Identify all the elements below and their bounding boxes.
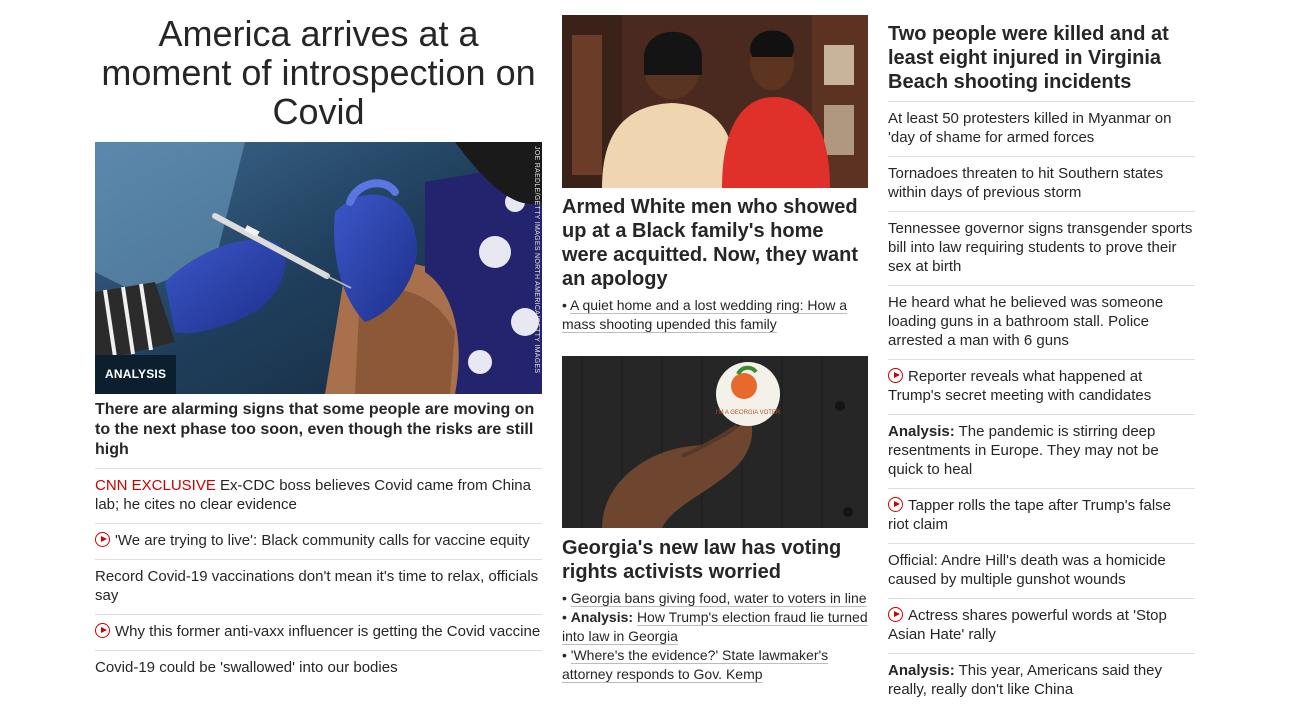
story-sublinks: • A quiet home and a lost wedding ring: … — [562, 296, 868, 334]
hero-caption-link[interactable]: There are alarming signs that some peopl… — [95, 400, 542, 460]
list-item[interactable]: Record Covid-19 vaccinations don't mean … — [95, 559, 542, 614]
headline-list: At least 50 protesters killed in Myanmar… — [888, 101, 1195, 708]
family-photo[interactable] — [562, 15, 868, 188]
sublink-text: 'Where's the evidence?' State lawmaker's… — [562, 647, 829, 682]
story-headline[interactable]: Armed White men who showed up at a Black… — [562, 195, 868, 291]
list-item-text: Record Covid-19 vaccinations don't mean … — [95, 568, 539, 604]
sticker-text: I'M A GEORGIA VOTER — [716, 410, 781, 416]
story-headline[interactable]: Georgia's new law has voting rights acti… — [562, 536, 868, 584]
list-item-text: Actress shares powerful words at 'Stop A… — [888, 607, 1167, 643]
list-item-text: Tornadoes threaten to hit Southern state… — [888, 165, 1164, 201]
sublink-item[interactable]: • A quiet home and a lost wedding ring: … — [562, 296, 868, 334]
list-item[interactable]: Why this former anti-vaxx influencer is … — [95, 614, 542, 650]
analysis-label: Analysis: — [888, 662, 955, 679]
play-video-icon — [95, 532, 110, 547]
list-item[interactable]: Tornadoes threaten to hit Southern state… — [888, 156, 1195, 211]
sublink-item[interactable]: • Analysis: How Trump's election fraud l… — [562, 608, 868, 646]
story-headline[interactable]: Two people were killed and at least eigh… — [888, 22, 1195, 94]
analysis-badge: ANALYSIS — [95, 355, 177, 394]
list-item[interactable]: Reporter reveals what happened at Trump'… — [888, 359, 1195, 414]
list-item[interactable]: 'We are trying to live': Black community… — [95, 523, 542, 559]
list-item[interactable]: Tapper rolls the tape after Trump's fals… — [888, 488, 1195, 543]
list-item[interactable]: Tennessee governor signs transgender spo… — [888, 211, 1195, 285]
list-item-text: Tennessee governor signs transgender spo… — [888, 220, 1193, 275]
sublink-item[interactable]: • Georgia bans giving food, water to vot… — [562, 589, 868, 608]
list-item-text: Reporter reveals what happened at Trump'… — [888, 368, 1152, 404]
list-item[interactable]: At least 50 protesters killed in Myanmar… — [888, 101, 1195, 156]
list-item-text: Covid-19 could be 'swallowed' into our b… — [95, 659, 398, 676]
voter-sticker-photo[interactable]: I'M A GEORGIA VOTER — [562, 356, 868, 528]
exclusive-label: CNN EXCLUSIVE — [95, 477, 216, 494]
list-item[interactable]: CNN EXCLUSIVE Ex-CDC boss believes Covid… — [95, 468, 542, 523]
photo-credit: JOE RAEDLE/GETTY IMAGES NORTH AMERICA/GE… — [533, 146, 540, 374]
play-video-icon — [888, 497, 903, 512]
list-item-text: At least 50 protesters killed in Myanmar… — [888, 110, 1172, 146]
analysis-label: Analysis: — [888, 423, 955, 440]
sublink-item[interactable]: • 'Where's the evidence?' State lawmaker… — [562, 646, 868, 684]
list-item[interactable]: He heard what he believed was someone lo… — [888, 285, 1195, 359]
list-item-text: He heard what he believed was someone lo… — [888, 294, 1164, 349]
hero-image-vaccination[interactable]: JOE RAEDLE/GETTY IMAGES NORTH AMERICA/GE… — [95, 142, 542, 394]
play-video-icon — [95, 623, 110, 638]
voter-sticker-graphic: I'M A GEORGIA VOTER — [562, 356, 868, 528]
play-video-icon — [888, 368, 903, 383]
list-item[interactable]: Official: Andre Hill's death was a homic… — [888, 543, 1195, 598]
story-sublinks: • Georgia bans giving food, water to vot… — [562, 589, 868, 684]
related-stories-list: CNN EXCLUSIVE Ex-CDC boss believes Covid… — [95, 468, 542, 686]
page-headline[interactable]: America arrives at a moment of introspec… — [95, 14, 542, 131]
sublink-text: A quiet home and a lost wedding ring: Ho… — [562, 297, 848, 332]
list-item[interactable]: Covid-19 could be 'swallowed' into our b… — [95, 650, 542, 686]
family-photo-graphic — [562, 15, 868, 188]
analysis-label: Analysis: — [570, 609, 634, 625]
list-item[interactable]: Actress shares powerful words at 'Stop A… — [888, 598, 1195, 653]
list-item-text: 'We are trying to live': Black community… — [115, 532, 530, 549]
list-item-text: Official: Andre Hill's death was a homic… — [888, 552, 1166, 588]
play-video-icon — [888, 607, 903, 622]
list-item-text: Why this former anti-vaxx influencer is … — [115, 623, 541, 640]
list-item[interactable]: Analysis: This year, Americans said they… — [888, 653, 1195, 708]
list-item[interactable]: Analysis: The pandemic is stirring deep … — [888, 414, 1195, 488]
sublink-text: Georgia bans giving food, water to voter… — [570, 590, 867, 606]
list-item-text: Tapper rolls the tape after Trump's fals… — [888, 497, 1171, 533]
